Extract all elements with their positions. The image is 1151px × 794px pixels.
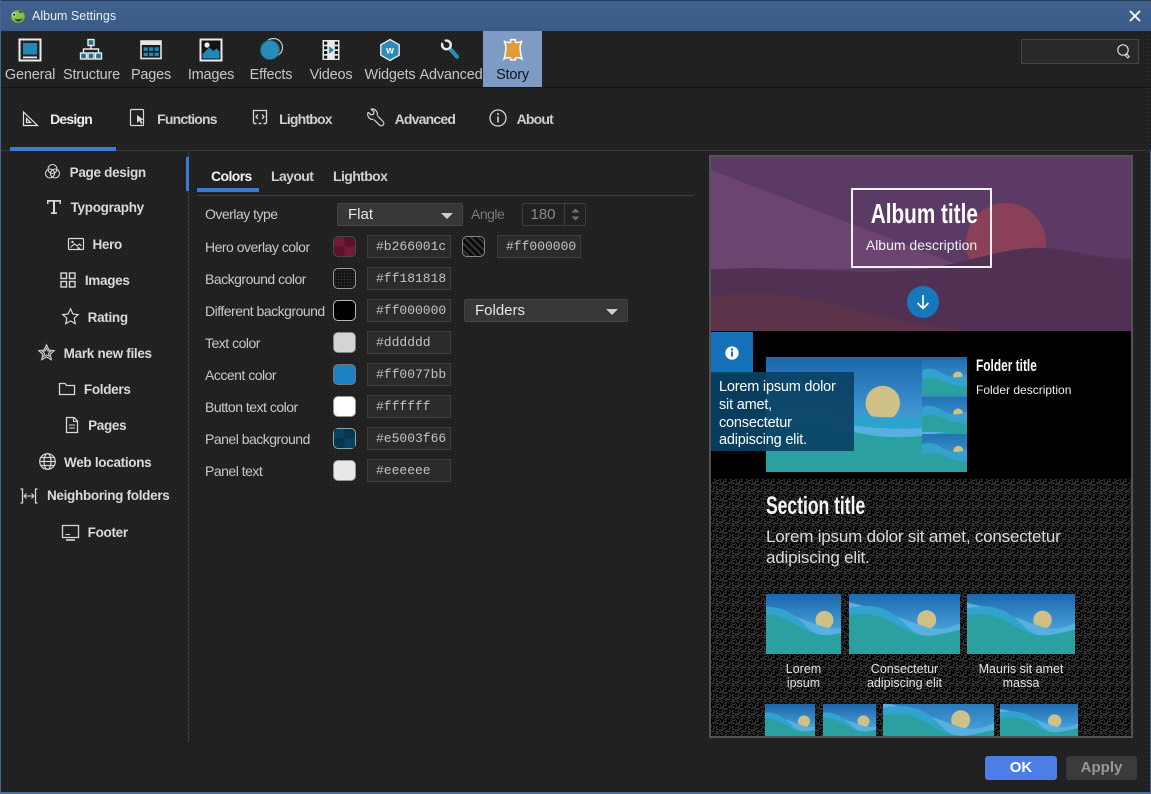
svg-text:w: w bbox=[385, 46, 394, 57]
